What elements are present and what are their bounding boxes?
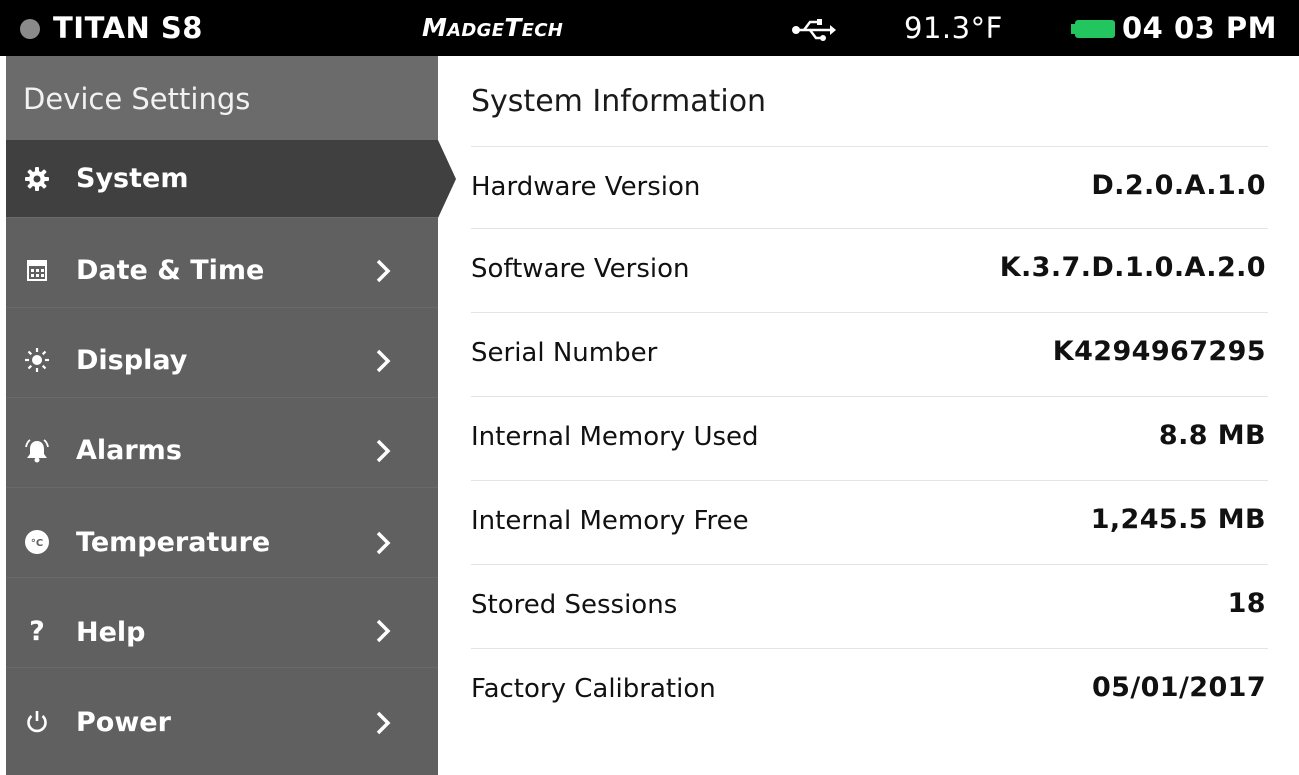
info-value: K4294967295	[1052, 336, 1266, 367]
info-label: Internal Memory Free	[471, 506, 749, 536]
sidebar-header: Device Settings	[6, 56, 438, 141]
info-value: 1,245.5 MB	[1090, 504, 1266, 535]
sidebar-item-label: Temperature	[76, 527, 271, 558]
sidebar-item-alarms[interactable]: Alarms	[6, 398, 438, 488]
status-indicator-dot	[20, 19, 40, 39]
info-label: Factory Calibration	[471, 674, 716, 704]
info-label: Stored Sessions	[471, 590, 678, 620]
sidebar-item-display[interactable]: Display	[6, 308, 438, 398]
info-label: Serial Number	[471, 338, 658, 368]
sidebar-item-date-time[interactable]: Date & Time	[6, 218, 438, 308]
chevron-right-icon	[376, 711, 391, 735]
usb-icon	[792, 19, 836, 41]
info-value: 05/01/2017	[1091, 672, 1266, 703]
info-label: Software Version	[471, 254, 690, 284]
info-row-software-version: Software Version K.3.7.D.1.0.A.2.0	[471, 228, 1268, 312]
info-value: 8.8 MB	[1158, 420, 1266, 451]
info-row-factory-calibration: Factory Calibration 05/01/2017	[471, 648, 1268, 732]
chevron-right-icon	[376, 349, 391, 373]
device-name: TITAN S8	[53, 11, 203, 45]
brightness-icon	[24, 347, 50, 373]
temperature-readout: 91.3°F	[904, 11, 1003, 45]
status-bar: TITAN S8 MadgeTech 91.3°F 04 03 PM	[0, 0, 1299, 56]
bell-icon	[24, 438, 50, 464]
chevron-right-icon	[376, 259, 391, 283]
sidebar-item-temperature[interactable]: °C Temperature	[6, 488, 438, 578]
battery-icon	[1071, 20, 1115, 38]
sidebar-item-label: Help	[76, 617, 146, 648]
info-label: Hardware Version	[471, 172, 701, 202]
sidebar-item-system[interactable]: System	[6, 140, 438, 218]
chevron-right-icon	[376, 531, 391, 555]
main-panel: System Information Hardware Version D.2.…	[438, 56, 1299, 775]
info-value: D.2.0.A.1.0	[1091, 170, 1266, 201]
sidebar-item-help[interactable]: ? Help	[6, 578, 438, 668]
clock: 04 03 PM	[1122, 11, 1278, 45]
page-title: System Information	[471, 84, 767, 119]
info-value: K.3.7.D.1.0.A.2.0	[999, 252, 1266, 283]
gear-icon	[24, 166, 50, 192]
sidebar-item-label: Power	[76, 707, 171, 738]
sidebar-title: Device Settings	[23, 82, 251, 116]
sidebar-item-label: Alarms	[76, 435, 182, 466]
sidebar-item-label: System	[76, 163, 189, 194]
question-icon: ?	[29, 616, 45, 647]
brand-logo: MadgeTech	[422, 13, 564, 42]
info-row-hardware-version: Hardware Version D.2.0.A.1.0	[471, 146, 1268, 230]
info-row-memory-free: Internal Memory Free 1,245.5 MB	[471, 480, 1268, 564]
sidebar-item-power[interactable]: Power	[6, 668, 438, 758]
power-icon	[24, 709, 50, 735]
sidebar: Device Settings System Date & Time Displ…	[6, 56, 438, 775]
celsius-icon: °C	[24, 529, 50, 555]
svg-text:°C: °C	[31, 538, 43, 549]
sidebar-item-label: Display	[76, 345, 188, 376]
info-label: Internal Memory Used	[471, 422, 759, 452]
info-value: 18	[1227, 588, 1266, 619]
calendar-icon	[24, 257, 50, 283]
info-row-stored-sessions: Stored Sessions 18	[471, 564, 1268, 648]
chevron-right-icon	[376, 439, 391, 463]
info-row-serial-number: Serial Number K4294967295	[471, 312, 1268, 396]
info-row-memory-used: Internal Memory Used 8.8 MB	[471, 396, 1268, 480]
chevron-right-icon	[376, 619, 391, 643]
sidebar-item-label: Date & Time	[76, 255, 265, 286]
